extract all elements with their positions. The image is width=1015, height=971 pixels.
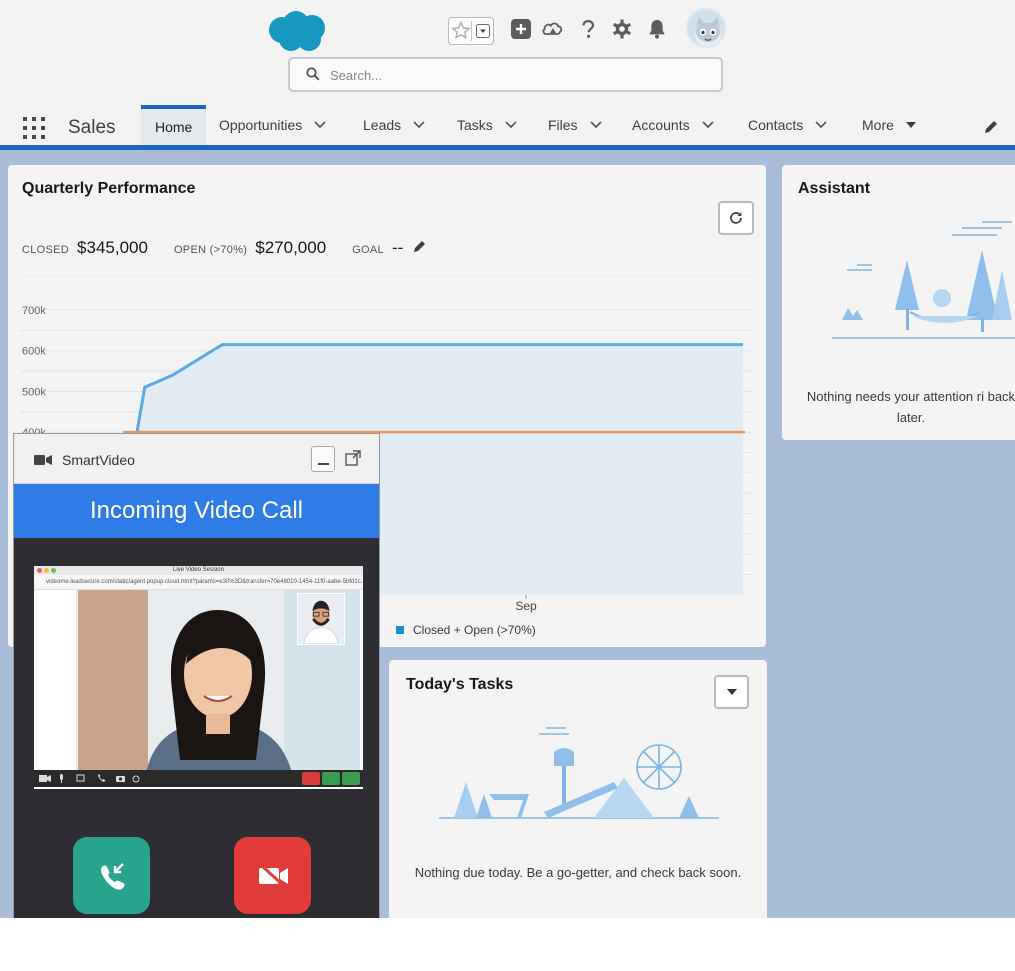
tab-opportunities[interactable]: Opportunities [219, 105, 326, 145]
incoming-call-icon [100, 862, 124, 890]
setup-gear-icon[interactable] [610, 17, 634, 41]
refresh-icon [730, 212, 742, 224]
add-icon[interactable] [509, 17, 533, 41]
accept-call-button[interactable] [73, 837, 150, 914]
card-title: Assistant [798, 180, 871, 197]
camping-illustration [832, 221, 1015, 339]
favorites-button[interactable] [448, 17, 494, 45]
tab-label: Contacts [748, 117, 804, 133]
video-session-window: Live Video Session videome.leadsecure.co… [34, 566, 363, 789]
smartvideo-header: SmartVideo [14, 434, 379, 484]
caret-down-icon[interactable] [905, 121, 916, 129]
tasks-message: Nothing due today. Be a go-getter, and c… [414, 865, 742, 880]
tab-label: Opportunities [219, 117, 303, 133]
window-traffic-lights[interactable] [37, 568, 56, 573]
tab-accounts[interactable]: Accounts [632, 105, 714, 145]
performance-stats: CLOSED $345,000 OPEN (>70%) $270,000 GOA… [22, 238, 427, 258]
chart-legend: Closed + Open (>70%) [396, 623, 536, 637]
card-title: Quarterly Performance [22, 180, 196, 197]
video-toggle-button[interactable] [322, 772, 340, 785]
incoming-call-banner: Incoming Video Call [14, 484, 379, 538]
chevron-down-icon[interactable] [505, 121, 517, 129]
tasks-filter-dropdown[interactable] [714, 675, 749, 709]
open-label: OPEN (>70%) [173, 244, 248, 256]
agent-video-thumbnail [297, 593, 345, 645]
popout-icon[interactable] [345, 450, 361, 466]
legend-label: Closed + Open (>70%) [413, 623, 536, 637]
video-camera-icon [34, 455, 52, 465]
tab-files[interactable]: Files [548, 105, 602, 145]
app-navigation-bar: Sales Home Opportunities Leads Tasks Fil… [0, 105, 1015, 150]
card-title: Today's Tasks [406, 676, 514, 693]
video-controls-bar [34, 770, 363, 787]
app-name: Sales [68, 117, 116, 138]
chevron-down-icon[interactable] [702, 121, 714, 129]
y-tick-label: 500k [22, 386, 46, 398]
star-icon [451, 21, 471, 40]
avatar[interactable] [686, 8, 726, 48]
goal-label: GOAL [352, 244, 384, 256]
chevron-down-icon[interactable] [815, 121, 827, 129]
tab-label: More [862, 117, 894, 133]
tab-leads[interactable]: Leads [363, 105, 425, 145]
chevron-down-icon[interactable] [476, 24, 490, 38]
tab-home[interactable]: Home [141, 105, 207, 145]
tab-label: Tasks [457, 117, 493, 133]
app-launcher-icon[interactable] [22, 116, 46, 140]
notifications-bell-icon[interactable] [645, 17, 669, 41]
trailhead-icon[interactable] [541, 17, 565, 41]
tab-tasks[interactable]: Tasks [457, 105, 517, 145]
x-tick-label: Sep [515, 599, 537, 613]
search-icon [306, 67, 320, 81]
astro-avatar-icon [695, 17, 721, 46]
edit-goal-pencil-icon[interactable] [413, 239, 427, 253]
tab-contacts[interactable]: Contacts [748, 105, 827, 145]
video-off-icon [258, 863, 288, 888]
y-tick-label: 700k [22, 305, 46, 317]
smartvideo-widget: SmartVideo Incoming Video Call Live Vide… [13, 433, 380, 918]
closed-label: CLOSED [22, 244, 70, 256]
salesforce-logo[interactable] [264, 10, 332, 54]
open-value: $270,000 [255, 238, 327, 257]
video-window-title: Live Video Session [34, 566, 363, 575]
salesforce-app: Sales Home Opportunities Leads Tasks Fil… [0, 0, 1015, 918]
caret-down-icon [726, 688, 737, 695]
search-input[interactable] [330, 64, 710, 86]
global-search[interactable] [288, 57, 723, 92]
smartvideo-title: SmartVideo [62, 452, 135, 468]
chevron-down-icon[interactable] [314, 121, 326, 129]
chevron-down-icon[interactable] [589, 121, 602, 129]
global-header [0, 0, 1015, 105]
tab-more[interactable]: More [862, 105, 916, 145]
tab-label: Leads [363, 117, 402, 133]
y-tick-label: 600k [22, 346, 46, 358]
video-window-url: videome.leadsecure.com/static/agent.popu… [34, 575, 363, 590]
beach-illustration [439, 727, 719, 819]
video-controls-icons[interactable] [36, 770, 156, 787]
minimize-button[interactable] [311, 446, 335, 472]
assistant-card: Assistant Nothing needs your attention r… [782, 165, 1015, 440]
decline-call-button[interactable] [234, 837, 311, 914]
legend-swatch [396, 626, 404, 634]
goal-value: -- [391, 238, 404, 257]
closed-value: $345,000 [77, 238, 148, 257]
help-icon[interactable] [576, 17, 600, 41]
edit-nav-pencil-icon[interactable] [983, 119, 999, 135]
end-call-button[interactable] [302, 772, 320, 785]
phone-button[interactable] [342, 772, 360, 785]
todays-tasks-card: Today's Tasks Nothing due today. Be a go… [389, 660, 767, 918]
tab-label: Files [548, 117, 578, 133]
refresh-button[interactable] [718, 201, 754, 235]
tab-label: Home [155, 119, 193, 135]
tab-label: Accounts [632, 117, 690, 133]
chevron-down-icon[interactable] [413, 121, 425, 129]
assistant-message: Nothing needs your attention ri back lat… [806, 389, 1015, 425]
